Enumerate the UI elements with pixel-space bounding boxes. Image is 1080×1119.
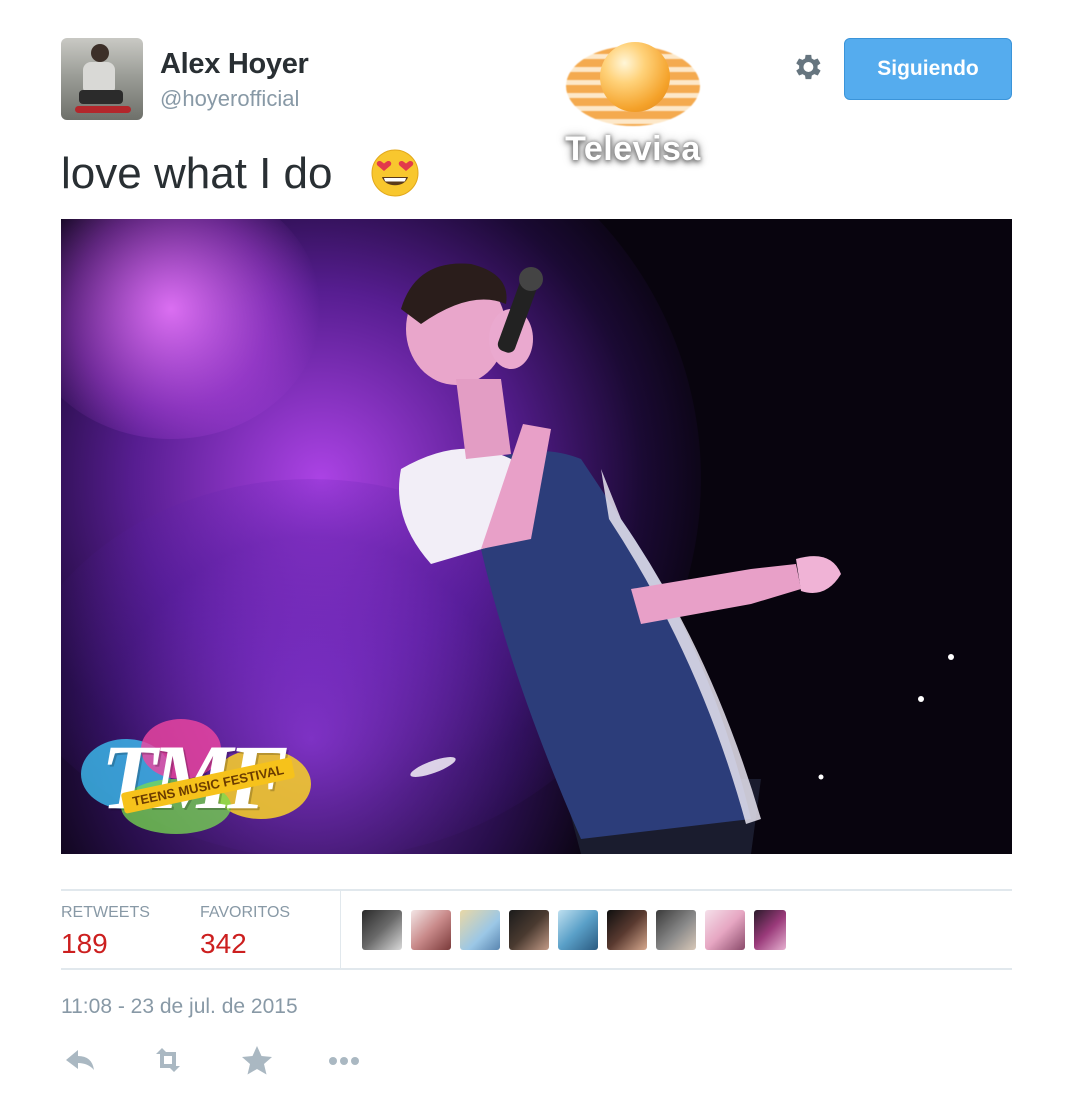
retweets-label[interactable]: RETWEETS bbox=[61, 904, 150, 922]
watermark-globe bbox=[600, 42, 670, 112]
favorites-count[interactable]: 342 bbox=[200, 928, 247, 960]
retweet-icon[interactable] bbox=[148, 1042, 188, 1078]
gear-icon[interactable] bbox=[790, 50, 824, 84]
user-handle[interactable]: @hoyerofficial bbox=[160, 86, 299, 112]
avatar-figure-head bbox=[91, 44, 109, 62]
tweet-text: love what I do bbox=[61, 149, 333, 198]
reply-icon[interactable] bbox=[60, 1042, 100, 1078]
avatar-figure-legs bbox=[79, 90, 123, 104]
favoriter-avatar[interactable] bbox=[509, 910, 549, 950]
favoriter-avatar[interactable] bbox=[607, 910, 647, 950]
favoriter-avatar[interactable] bbox=[558, 910, 598, 950]
divider bbox=[340, 891, 341, 968]
retweets-count[interactable]: 189 bbox=[61, 928, 108, 960]
favoriters-list bbox=[362, 910, 786, 950]
favoriter-avatar[interactable] bbox=[460, 910, 500, 950]
divider bbox=[61, 889, 1012, 891]
avatar-figure-body bbox=[83, 62, 115, 92]
favorites-label[interactable]: FAVORITOS bbox=[200, 904, 290, 922]
following-button[interactable]: Siguiendo bbox=[844, 38, 1012, 100]
favoriter-avatar[interactable] bbox=[656, 910, 696, 950]
watermark-text: Televisa bbox=[565, 130, 701, 168]
televisa-watermark: Televisa bbox=[548, 38, 718, 168]
tweet-photo[interactable]: TMF TEENS MUSIC FESTIVAL bbox=[61, 219, 1012, 854]
star-icon[interactable] bbox=[237, 1042, 277, 1078]
tweet-timestamp[interactable]: 11:08 - 23 de jul. de 2015 bbox=[61, 995, 298, 1019]
heart-eyes-emoji bbox=[371, 149, 419, 197]
user-avatar[interactable] bbox=[61, 38, 143, 120]
tmf-festival-logo: TMF TEENS MUSIC FESTIVAL bbox=[81, 719, 331, 839]
more-icon[interactable] bbox=[324, 1042, 364, 1078]
favoriter-avatar[interactable] bbox=[754, 910, 786, 950]
avatar-skateboard bbox=[75, 106, 131, 113]
user-name[interactable]: Alex Hoyer bbox=[160, 48, 309, 81]
favoriter-avatar[interactable] bbox=[705, 910, 745, 950]
favoriter-avatar[interactable] bbox=[411, 910, 451, 950]
divider bbox=[61, 968, 1012, 970]
favoriter-avatar[interactable] bbox=[362, 910, 402, 950]
